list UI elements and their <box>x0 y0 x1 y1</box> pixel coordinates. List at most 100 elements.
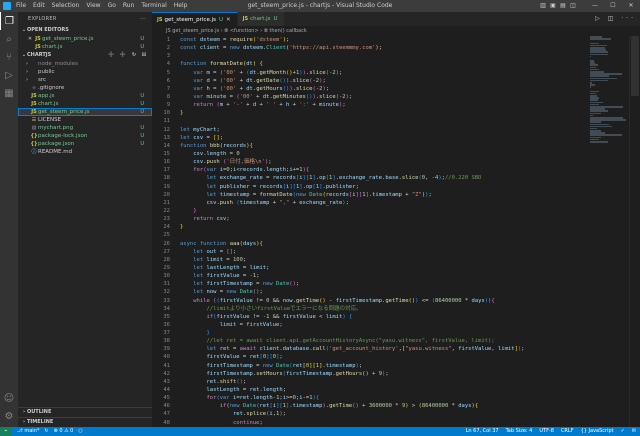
code-line[interactable]: var minute = ('00' + dt.getMinutes()).sl… <box>180 93 600 101</box>
menu-selection[interactable]: Selection <box>52 0 80 12</box>
code-line[interactable]: let firstTimestamp = new Date(); <box>180 280 600 288</box>
source-control-icon[interactable]: ⑂ <box>0 48 18 66</box>
code-line[interactable]: //limitより小さいfirstValueでエラーになる問題の対応。 <box>180 305 600 313</box>
timeline-panel-header[interactable]: › TIMELINE <box>18 417 152 427</box>
code-line[interactable]: let out = []; <box>180 248 600 256</box>
code-line[interactable]: let firstValue = -1; <box>180 272 600 280</box>
encoding-setting[interactable]: UTF-8 <box>539 427 554 436</box>
code-line[interactable]: if(new Date(ret[i][1].timestamp).getTime… <box>180 402 600 410</box>
code-line[interactable]: let timestamp = formatDate(new Date(reco… <box>180 191 600 199</box>
menu-edit[interactable]: Edit <box>33 0 45 12</box>
tree-item[interactable]: JSapp.js U <box>18 92 152 100</box>
customize-layout-icon[interactable]: ◫ <box>568 0 578 12</box>
code-line[interactable]: var m = ('00' + (dt.getMonth()+1)).slice… <box>180 69 600 77</box>
editor-actions[interactable]: ▷ ◫ ··· <box>595 12 636 26</box>
close-tab-icon[interactable]: ✕ <box>226 17 231 23</box>
explorer-icon[interactable]: ❐ <box>0 12 18 30</box>
code-line[interactable]: } <box>180 223 600 231</box>
code-line[interactable]: firstTimestamp.setHours(firstTimestamp.g… <box>180 370 600 378</box>
code-line[interactable]: let csv = []; <box>180 134 600 142</box>
code-line[interactable]: const dsteem = require('dsteem'); <box>180 36 600 44</box>
tree-item[interactable]: JSchart.js U <box>18 100 152 108</box>
code-line[interactable] <box>180 117 600 125</box>
code-line[interactable]: csv.push (timestamp + "," + exchange_rat… <box>180 199 600 207</box>
vertical-scrollbar[interactable] <box>629 36 640 427</box>
code-line[interactable] <box>180 231 600 239</box>
menu-help[interactable]: Help <box>174 0 188 12</box>
extensions-icon[interactable]: ▦ <box>0 84 18 102</box>
code-line[interactable]: const client = new dsteem.Client('https:… <box>180 44 600 52</box>
close-icon[interactable]: ✕ <box>26 35 34 43</box>
line-ending-setting[interactable]: CRLF <box>561 427 574 436</box>
code-line[interactable]: firstValue = ret[0][0]; <box>180 353 600 361</box>
tab-chart-js[interactable]: JS chart.js U <box>237 12 285 26</box>
code-line[interactable]: let lastLength = limit; <box>180 264 600 272</box>
explorer-toolbar[interactable]: ➕ ➕ ↻ ⊟ <box>108 51 148 60</box>
tree-item[interactable]: › node_modules <box>18 60 152 68</box>
tree-item[interactable]: ◆ .gitignore <box>18 84 152 92</box>
menu-run[interactable]: Run <box>123 0 135 12</box>
tree-item[interactable]: ▨ mychart.png U <box>18 124 152 132</box>
code-line[interactable]: ret.shift(); <box>180 378 600 386</box>
tree-item[interactable]: {}package.json U <box>18 140 152 148</box>
settings-gear-icon[interactable]: ⚙ <box>0 407 18 425</box>
tab-get-steem-price-js[interactable]: JS get_steem_price.js U ✕ <box>152 12 238 26</box>
tree-item[interactable]: ☰ LICENSE <box>18 116 152 124</box>
open-editors-header[interactable]: ⌄OPEN EDITORS <box>18 26 152 35</box>
code-line[interactable]: let limit = 100; <box>180 256 600 264</box>
code-line[interactable]: continue; <box>180 419 600 427</box>
live-share-icon[interactable]: ○ <box>78 427 82 436</box>
search-icon[interactable]: ⌕ <box>0 30 18 48</box>
code-line[interactable]: if(firstValue != -1 && firstValue < limi… <box>180 313 600 321</box>
open-editor-item[interactable]: ✕ JSget_steem_price.js U <box>18 35 152 43</box>
code-line[interactable]: } <box>180 207 600 215</box>
code-line[interactable]: function formatDate(dt) { <box>180 60 600 68</box>
code-content[interactable]: const dsteem = require('dsteem'); const c… <box>180 36 600 427</box>
open-editor-item[interactable]: JSchart.js U <box>18 43 152 51</box>
tree-item[interactable]: ⓘ README.md <box>18 148 152 156</box>
code-line[interactable]: } <box>180 329 600 337</box>
minimap[interactable] <box>590 36 630 143</box>
code-line[interactable]: let myChart; <box>180 126 600 134</box>
code-line[interactable]: let publisher = records[i][1].op[1].publ… <box>180 183 600 191</box>
code-line[interactable]: lastLength = ret.length; <box>180 386 600 394</box>
code-line[interactable]: let exchange_rate = records[i][1].op[1].… <box>180 174 600 182</box>
code-line[interactable]: async function aaa(days){ <box>180 240 600 248</box>
remote-indicator-icon[interactable]: ⌁ <box>0 427 12 436</box>
code-line[interactable]: let now = new Date(); <box>180 288 600 296</box>
cursor-position[interactable]: Ln 67, Col 37 <box>466 427 499 436</box>
code-line[interactable]: limit = firstValue; <box>180 321 600 329</box>
language-mode[interactable]: {} JavaScript <box>581 427 614 436</box>
code-line[interactable]: return csv; <box>180 215 600 223</box>
code-line[interactable]: ret.splice(i,1); <box>180 410 600 418</box>
code-line[interactable]: for(var i=ret.length-1;i>=0;i-=1){ <box>180 394 600 402</box>
minimize-icon[interactable]: — <box>586 0 604 12</box>
menu-file[interactable]: File <box>16 0 26 12</box>
code-line[interactable]: function bbb(records){ <box>180 142 600 150</box>
prettier-status-icon[interactable]: ✓ <box>621 427 625 436</box>
notifications-icon[interactable]: ✉ <box>632 427 636 436</box>
tree-item[interactable]: › src <box>18 76 152 84</box>
more-actions-icon[interactable]: ··· <box>140 12 146 26</box>
indentation-setting[interactable]: Tab Size: 4 <box>506 427 533 436</box>
code-line[interactable]: firstTimestamp = new Date(ret[0][1].time… <box>180 362 600 370</box>
code-line[interactable]: return (m + '-' + d + ' ' + h + ':' + mi… <box>180 101 600 109</box>
code-line[interactable]: //let ret = await client.api.getAccountH… <box>180 337 600 345</box>
menu-view[interactable]: View <box>86 0 100 12</box>
code-line[interactable]: } <box>180 109 600 117</box>
tree-item[interactable]: › public <box>18 68 152 76</box>
toggle-sidebar-icon[interactable]: ▥ <box>538 0 548 12</box>
close-window-icon[interactable]: ✕ <box>622 0 640 12</box>
project-header[interactable]: ⌄CHARTJS ➕ ➕ ↻ ⊟ <box>18 51 152 60</box>
account-icon[interactable]: ☺ <box>0 389 18 407</box>
tree-item[interactable]: JSget_steem_price.js U <box>18 108 152 116</box>
tree-item[interactable]: {}package-lock.json U <box>18 132 152 140</box>
outline-panel-header[interactable]: › OUTLINE <box>18 407 152 417</box>
toggle-panel-icon[interactable]: ▣ <box>548 0 558 12</box>
code-line[interactable]: let ret = await client.database.call('ge… <box>180 345 600 353</box>
code-line[interactable]: var h = ('00' + dt.getHours()).slice(-2)… <box>180 85 600 93</box>
breadcrumb[interactable]: JS get_steem_price.js › ⦾ <function> › ⦾… <box>152 26 640 36</box>
code-line[interactable]: csv.length = 0 <box>180 150 600 158</box>
toggle-secondary-icon[interactable]: ▤ <box>558 0 568 12</box>
code-line[interactable]: for(var i=0;i<records.length;i+=1){ <box>180 166 600 174</box>
